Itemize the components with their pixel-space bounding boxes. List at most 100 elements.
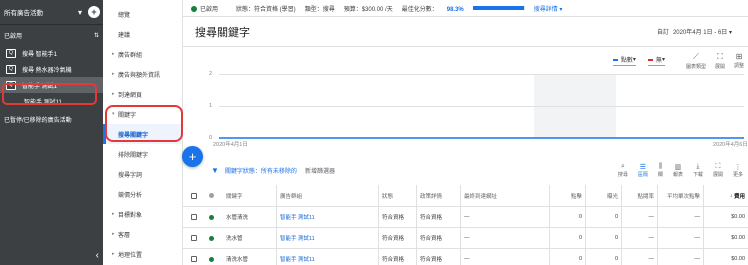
expand-table-button[interactable]: ⛶ 展開	[713, 163, 723, 178]
collapse-panel-button[interactable]: ‹	[0, 245, 103, 265]
reports-button[interactable]: ▥ 報表	[673, 163, 683, 178]
ad-group-cell[interactable]: 智能手 測試11	[276, 228, 378, 248]
nav-label: 地理位置	[118, 252, 143, 259]
adjust-chart-button[interactable]: ⊞ 調整	[734, 52, 744, 69]
report-icon: ▥	[674, 163, 682, 171]
column-header[interactable]: 政策詳情	[416, 185, 460, 206]
campaign-label: 搜尋 智能手1	[22, 51, 58, 58]
row-checkbox[interactable]	[183, 207, 203, 227]
table-search-button[interactable]: ⌕ 搜尋	[618, 163, 628, 178]
add-keyword-fab[interactable]: +	[182, 146, 203, 167]
nav-item-search-terms[interactable]: 搜尋字詞	[103, 164, 182, 184]
status-dot[interactable]	[203, 228, 223, 248]
y-tick-label: 0	[209, 135, 213, 141]
all-campaigns-title[interactable]: 所有廣告活動	[4, 7, 78, 17]
expand-chart-button[interactable]: ⛶ 展開	[715, 52, 725, 70]
metric1-select[interactable]: 點數 ▾	[612, 55, 636, 66]
download-icon: ⤓	[696, 162, 700, 170]
ad-group-cell[interactable]: 智能手 測試11	[276, 207, 378, 227]
filter-icon[interactable]: ▼	[211, 166, 219, 175]
chevron-down-icon: ▾	[728, 30, 732, 36]
sort-icon[interactable]: ⇅	[94, 32, 99, 39]
impressions-cell: 0	[585, 249, 621, 265]
cost-column-header[interactable]: ↓ 費用	[703, 185, 748, 206]
column-header[interactable]: 點閱率	[621, 185, 657, 206]
highlight-annotation	[105, 105, 183, 142]
column-header[interactable]: 最終到達網址	[460, 185, 549, 206]
nav-label: 總覽	[118, 12, 131, 19]
enabled-section: 已啟用 ⇅	[0, 25, 103, 45]
x-tick-label: 2020年4月6日	[713, 142, 748, 148]
metric2-swatch	[647, 58, 653, 61]
page-title: 搜尋關鍵字	[195, 26, 250, 39]
campaign-item[interactable]: Q 搜尋 智能手1	[0, 45, 103, 61]
date-range: 2020年4月 1日 - 6日	[672, 30, 728, 36]
nav-item-locations[interactable]: ▸ 地理位置	[103, 244, 182, 264]
columns-button[interactable]: ⫼ 欄	[658, 163, 663, 178]
campaign-panel-header: 所有廣告活動 ▾ +	[0, 0, 103, 25]
metric1-label: 點數	[620, 58, 633, 64]
column-header[interactable]: 關鍵字	[223, 185, 276, 206]
header-label: 費用	[733, 193, 745, 200]
column-header[interactable]: 曝光	[585, 185, 621, 206]
budget-text[interactable]: 預算：$300.00 /天	[344, 4, 393, 13]
plus-icon: +	[188, 149, 197, 164]
nav-item-auction-insights[interactable]: 競價分析	[103, 184, 182, 204]
keyword-cell[interactable]: 水管清洗	[223, 207, 276, 227]
optimization-score[interactable]: 最佳化分數： 98.3%	[402, 4, 464, 13]
campaign-item[interactable]: Q 搜尋 熱水器冷氣機	[0, 61, 103, 77]
column-header[interactable]: 點擊	[549, 185, 585, 206]
add-icon[interactable]: +	[88, 6, 100, 18]
column-header[interactable]: 狀態	[378, 185, 416, 206]
keyword-cell[interactable]: 清洗水管	[223, 249, 276, 265]
paused-campaigns-link[interactable]: 已暫停/已移除的廣告活動	[0, 109, 103, 130]
clicks-cell: 0	[549, 228, 585, 248]
status-dot[interactable]	[203, 207, 223, 227]
date-range-picker[interactable]: 自訂 2020年4月 1日 - 6日 ▾	[657, 27, 732, 36]
performance-chart: 2 1 0 2020年4月1日 2020年4月6日	[183, 71, 748, 148]
column-header[interactable]: 廣告群組	[276, 185, 378, 206]
nav-item-negative-keywords[interactable]: 排除關鍵字	[103, 144, 182, 164]
clicks-cell: 0	[549, 249, 585, 265]
details-link[interactable]: 搜尋詳情 ▾	[534, 4, 563, 13]
nav-item-landing-pages[interactable]: ▸ 到達網頁	[103, 84, 182, 104]
chevron-left-icon: ‹	[95, 249, 99, 261]
nav-item-ad-groups[interactable]: ▸ 廣告群組	[103, 44, 182, 64]
nav-item-overview[interactable]: 總覽	[103, 4, 182, 24]
score-progress-fill	[472, 6, 524, 10]
state-text: 狀態：符合資格 (學習)	[236, 6, 296, 13]
column-header[interactable]: 平均單次點擊	[657, 185, 703, 206]
campaign-label: 搜尋 熱水器冷氣機	[22, 67, 72, 74]
impressions-cell: 0	[585, 228, 621, 248]
dropdown-icon[interactable]: ▾	[78, 8, 82, 17]
filter-chip[interactable]: 關鍵字狀態：所有未移除的	[225, 166, 297, 175]
nav-item-demographics[interactable]: ▸ 客層	[103, 224, 182, 244]
chart-type-icon: ⟋	[693, 51, 699, 61]
chart-type-button[interactable]: ⟋ 圖表類型	[686, 52, 706, 70]
nav-item-ads[interactable]: ▸ 廣告與額外資訊	[103, 64, 182, 84]
download-button[interactable]: ⤓ 下載	[693, 163, 703, 178]
chart-toolbar: 點數 ▾ 無 ▾ ⟋ 圖表類型 ⛶ 展開 ⊞ 調整	[183, 47, 748, 74]
metric2-select[interactable]: 無 ▾	[647, 55, 665, 66]
select-all-checkbox[interactable]	[183, 185, 203, 206]
segment-button[interactable]: ☰ 區隔	[638, 163, 648, 178]
metric2-label: 無	[655, 58, 662, 64]
main-content: 已啟用 狀態：符合資格 (學習) 類型：搜尋 預算：$300.00 /天 最佳化…	[183, 0, 748, 265]
keyword-cell[interactable]: 洗水管	[223, 228, 276, 248]
status-enabled[interactable]: 已啟用	[191, 4, 227, 13]
row-checkbox[interactable]	[183, 228, 203, 248]
row-checkbox[interactable]	[183, 249, 203, 265]
nav-item-audiences[interactable]: ▸ 目標對象	[103, 204, 182, 224]
nav-item-recommendations[interactable]: 建議	[103, 24, 182, 44]
table-row: 洗水管 智能手 測試11 符合資格 符合資格 —0 0— — $0.00	[183, 228, 748, 249]
campaign-status-bar: 已啟用 狀態：符合資格 (學習) 類型：搜尋 預算：$300.00 /天 最佳化…	[183, 0, 748, 17]
button-label: 展開	[714, 63, 725, 70]
status-dot[interactable]	[203, 249, 223, 265]
add-filter-button[interactable]: 新增篩選器	[305, 166, 335, 175]
type-text: 類型：搜尋	[304, 6, 335, 13]
ad-group-cell[interactable]: 智能手 測試11	[276, 249, 378, 265]
nav-label: 排除關鍵字	[118, 152, 149, 159]
avg-cpc-cell: —	[657, 228, 703, 248]
more-button[interactable]: ⋮ 更多	[733, 163, 743, 178]
final-url-cell: —	[460, 207, 549, 227]
